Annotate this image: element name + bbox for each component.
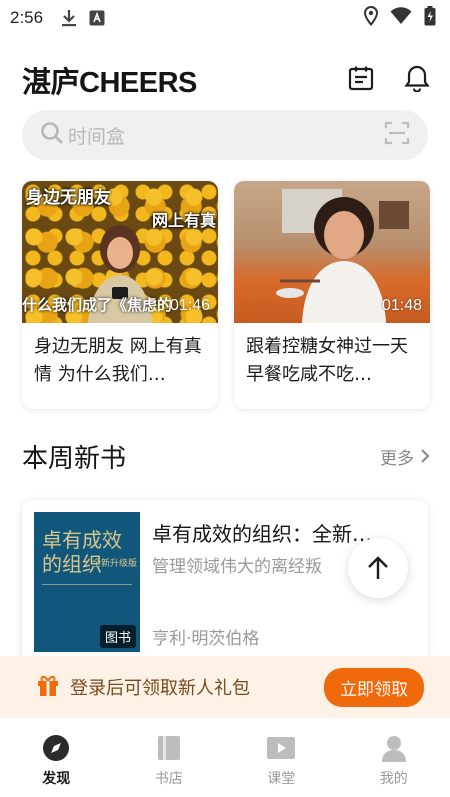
promo-text: 登录后可领取新人礼包 [70,678,250,699]
book-cover: 卓有成效的组织 全新升级版 图书 [34,512,140,652]
download-icon [61,9,77,27]
tab-label: 课堂 [267,771,296,787]
play-icon [267,737,296,759]
book-icon [157,736,180,760]
wifi-icon [390,6,412,30]
tab-profile[interactable]: 我的 [338,718,450,797]
search-icon [40,121,64,149]
status-bar: 2:56 [0,0,450,36]
video-thumbnail: 身边无朋友 网上有真 什么我们成了《焦虑的 01:46 [22,181,218,323]
tab-label: 发现 [42,771,71,787]
search-bar[interactable]: 时间盒 [22,110,428,160]
thumbnail-caption: 什么我们成了《焦虑的 [22,296,173,314]
claim-button[interactable]: 立即领取 [324,667,424,707]
chevron-right-icon [421,449,430,463]
video-card[interactable]: 身边无朋友 网上有真 什么我们成了《焦虑的 01:46 身边无朋友 网上有真情 … [22,181,218,409]
scan-icon[interactable] [384,121,410,149]
arrow-up-icon [368,556,388,579]
section-title: 本周新书 [22,443,127,474]
gift-icon [36,673,60,701]
battery-icon [424,5,436,31]
more-link[interactable]: 更多 [380,444,430,469]
compass-icon [43,735,70,761]
video-title: 身边无朋友 网上有真情 为什么我们… [34,336,202,385]
font-app-icon [89,10,105,26]
tab-discover[interactable]: 发现 [0,718,113,797]
user-icon [381,736,406,762]
bottom-tab-bar: 发现 书店 课堂 我的 [0,718,450,797]
book-author: 亨利·明茨伯格 [152,629,260,649]
tab-label: 书店 [154,771,183,787]
search-placeholder: 时间盒 [68,125,126,148]
video-duration: 01:48 [381,297,422,314]
tab-classroom[interactable]: 课堂 [225,718,338,797]
back-to-top-button[interactable] [348,538,408,598]
thumbnail-caption: 网上有真 [151,211,216,230]
video-card[interactable]: 01:48 跟着控糖女神过一天 早餐吃咸不吃… [234,181,430,409]
tab-label: 我的 [379,771,408,787]
video-thumbnail: 01:48 [234,181,430,323]
promo-banner: 登录后可领取新人礼包 立即领取 [0,656,450,718]
cover-subtitle: 全新升级版 [92,559,138,569]
tab-bookstore[interactable]: 书店 [113,718,226,797]
more-label: 更多 [380,448,414,469]
status-time: 2:56 [10,8,44,27]
new-books-header: 本周新书 更多 [22,436,430,476]
thumbnail-caption: 身边无朋友 [26,188,111,208]
video-title: 跟着控糖女神过一天 早餐吃咸不吃… [246,336,408,385]
app-logo: 湛庐CHEERS [22,67,197,99]
bell-icon[interactable] [404,64,430,96]
app-header: 湛庐CHEERS [22,58,430,102]
calendar-icon[interactable] [348,65,374,95]
location-icon [363,5,379,31]
video-duration: 01:46 [169,297,210,314]
book-type-badge: 图书 [99,625,136,648]
